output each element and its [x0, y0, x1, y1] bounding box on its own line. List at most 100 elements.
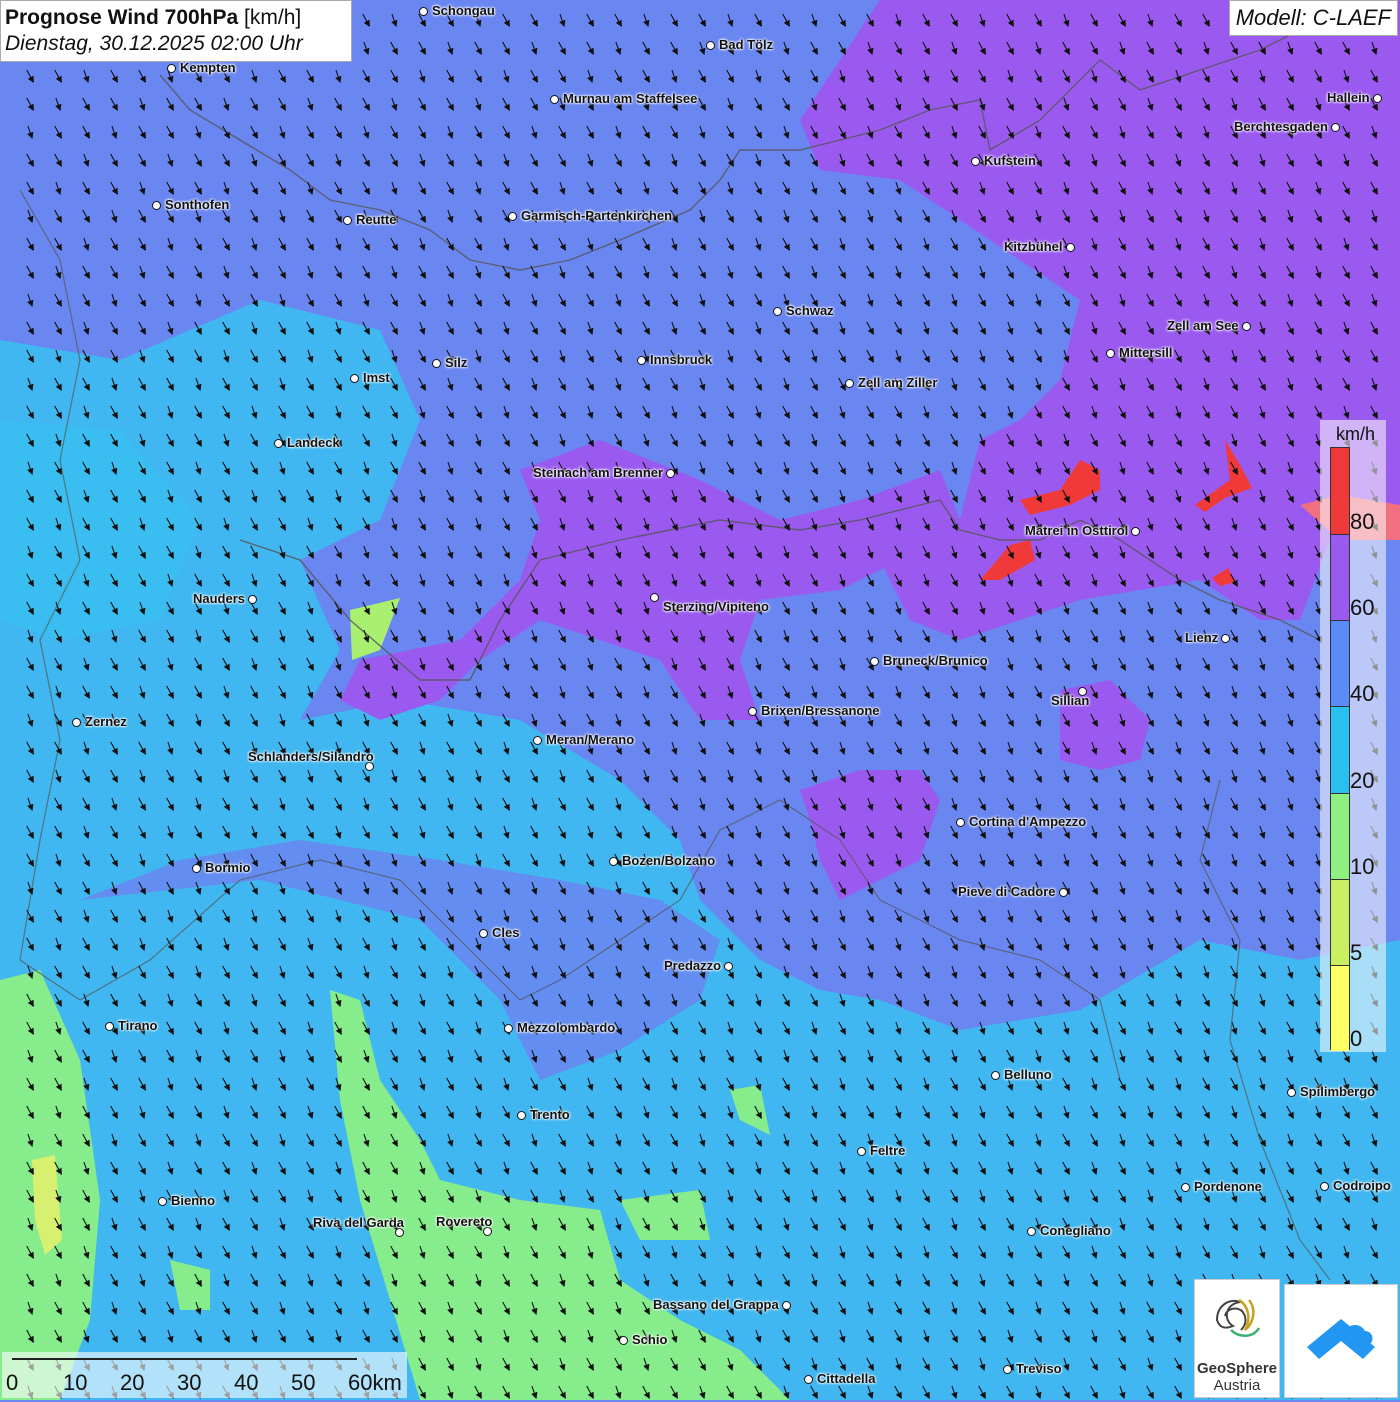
city-label: Bienno	[171, 1193, 216, 1208]
city-marker	[971, 157, 980, 166]
city-marker	[533, 736, 542, 745]
city-marker	[72, 718, 81, 727]
legend-color-step	[1331, 706, 1349, 793]
forecast-datetime: Dienstag, 30.12.2025 02:00 Uhr	[5, 32, 303, 55]
legend-color-step	[1331, 448, 1349, 535]
city-label: Rovereto	[436, 1214, 493, 1229]
city-label: Murnau am Staffelsee	[563, 91, 698, 106]
city-label: Meran/Merano	[546, 732, 635, 747]
model-label: Modell: C-LAEF	[1228, 0, 1398, 36]
city-marker	[956, 818, 965, 827]
city-label: Cortina d'Ampezzo	[969, 814, 1087, 829]
scale-bar-label: 30	[177, 1370, 202, 1395]
geosphere-logo-mark	[1215, 1298, 1261, 1337]
city-marker	[1331, 123, 1340, 132]
legend-tick-label: 40	[1350, 681, 1375, 707]
city-marker	[1059, 888, 1068, 897]
city-marker	[158, 1197, 167, 1206]
city-label: Pordenone	[1194, 1179, 1262, 1194]
city-marker	[1181, 1183, 1190, 1192]
legend-tick-label: 20	[1350, 767, 1375, 793]
city-marker	[550, 95, 559, 104]
city-marker	[857, 1147, 866, 1156]
city-label: Bad Tölz	[719, 37, 774, 52]
city-marker	[343, 216, 352, 225]
city-marker	[167, 64, 176, 73]
city-marker	[724, 962, 733, 971]
map-title-main: Prognose Wind 700hPa	[5, 6, 239, 29]
city-label: Reutte	[356, 212, 397, 227]
city-label: Zernez	[85, 714, 127, 729]
city-marker	[517, 1111, 526, 1120]
city-marker	[666, 469, 675, 478]
city-label: Steinach am Brenner	[533, 465, 664, 480]
map-title: Prognose Wind 700hPa [km/h]	[5, 5, 351, 31]
legend-tick-label: 10	[1350, 853, 1375, 879]
legend-unit: km/h	[1336, 424, 1376, 444]
city-marker	[508, 212, 517, 221]
city-label: Schio	[632, 1332, 668, 1347]
city-marker	[152, 201, 161, 210]
city-label: Imst	[363, 370, 390, 385]
city-label: Feltre	[870, 1143, 906, 1158]
legend-color-step	[1331, 534, 1349, 621]
city-label: Spilimbergo	[1300, 1084, 1376, 1099]
city-label: Hallein	[1327, 90, 1370, 105]
city-label: Bruneck/Brunico	[883, 653, 988, 668]
city-label: Tirano	[118, 1018, 158, 1033]
title-box: Prognose Wind 700hPa [km/h] Dienstag, 30…	[0, 0, 352, 62]
city-label: Berchtesgaden	[1234, 119, 1328, 134]
legend-color-step	[1331, 964, 1349, 1051]
city-label: Trento	[530, 1107, 570, 1122]
city-marker	[1221, 634, 1230, 643]
legend-tick-label: 0	[1350, 1026, 1363, 1051]
scale-bar: 0 10 20 30 40 50 60km	[2, 1352, 407, 1398]
city-marker	[706, 41, 715, 50]
city-marker	[419, 7, 428, 16]
city-label: Sterzing/Vipiteno	[663, 599, 769, 614]
city-label: Bormio	[205, 860, 251, 875]
city-marker	[870, 657, 879, 666]
color-legend: km/h 0 5 10 20 40 60 80	[1320, 420, 1386, 1052]
city-marker	[991, 1071, 1000, 1080]
city-marker	[1027, 1227, 1036, 1236]
city-marker	[1003, 1365, 1012, 1374]
city-marker	[650, 593, 659, 602]
city-label: Pieve di Cadore	[958, 884, 1056, 899]
legend-tick-label: 80	[1350, 509, 1375, 535]
legend-color-step	[1331, 878, 1349, 965]
city-marker	[637, 356, 646, 365]
city-marker	[1373, 94, 1382, 103]
city-label: Sillian	[1051, 693, 1090, 708]
city-label: Mezzolombardo	[517, 1020, 616, 1035]
city-marker	[1131, 527, 1140, 536]
city-label: Treviso	[1016, 1361, 1062, 1376]
city-marker	[105, 1022, 114, 1031]
city-label: Cittadella	[817, 1371, 876, 1386]
city-label: Matrei in Osttirol	[1025, 523, 1129, 538]
city-label: Silz	[445, 355, 468, 370]
scale-bar-label: 40	[234, 1370, 259, 1395]
city-label: Zell am See	[1167, 318, 1239, 333]
city-marker	[274, 439, 283, 448]
city-label: Mittersill	[1119, 345, 1173, 360]
city-label: Cles	[492, 925, 520, 940]
city-marker	[1242, 322, 1251, 331]
city-label: Sonthofen	[165, 197, 230, 212]
city-marker	[1106, 349, 1115, 358]
geosphere-logo-sub: Austria	[1213, 1377, 1261, 1394]
city-marker	[609, 857, 618, 866]
legend-color-bar	[1330, 447, 1350, 1051]
scale-bar-label: 20	[120, 1370, 145, 1395]
city-marker	[248, 595, 257, 604]
scale-bar-label: 50	[291, 1370, 316, 1395]
legend-color-step	[1331, 620, 1349, 707]
legend-tick-label: 60	[1350, 595, 1375, 621]
city-label: Kufstein	[984, 153, 1036, 168]
city-label: Kempten	[180, 60, 236, 75]
city-marker	[1066, 243, 1075, 252]
city-label: Nauders	[193, 591, 246, 606]
scale-bar-label: 60km	[348, 1370, 402, 1395]
city-label: Conegliano	[1040, 1223, 1111, 1238]
weather-app-logo	[1284, 1284, 1398, 1398]
